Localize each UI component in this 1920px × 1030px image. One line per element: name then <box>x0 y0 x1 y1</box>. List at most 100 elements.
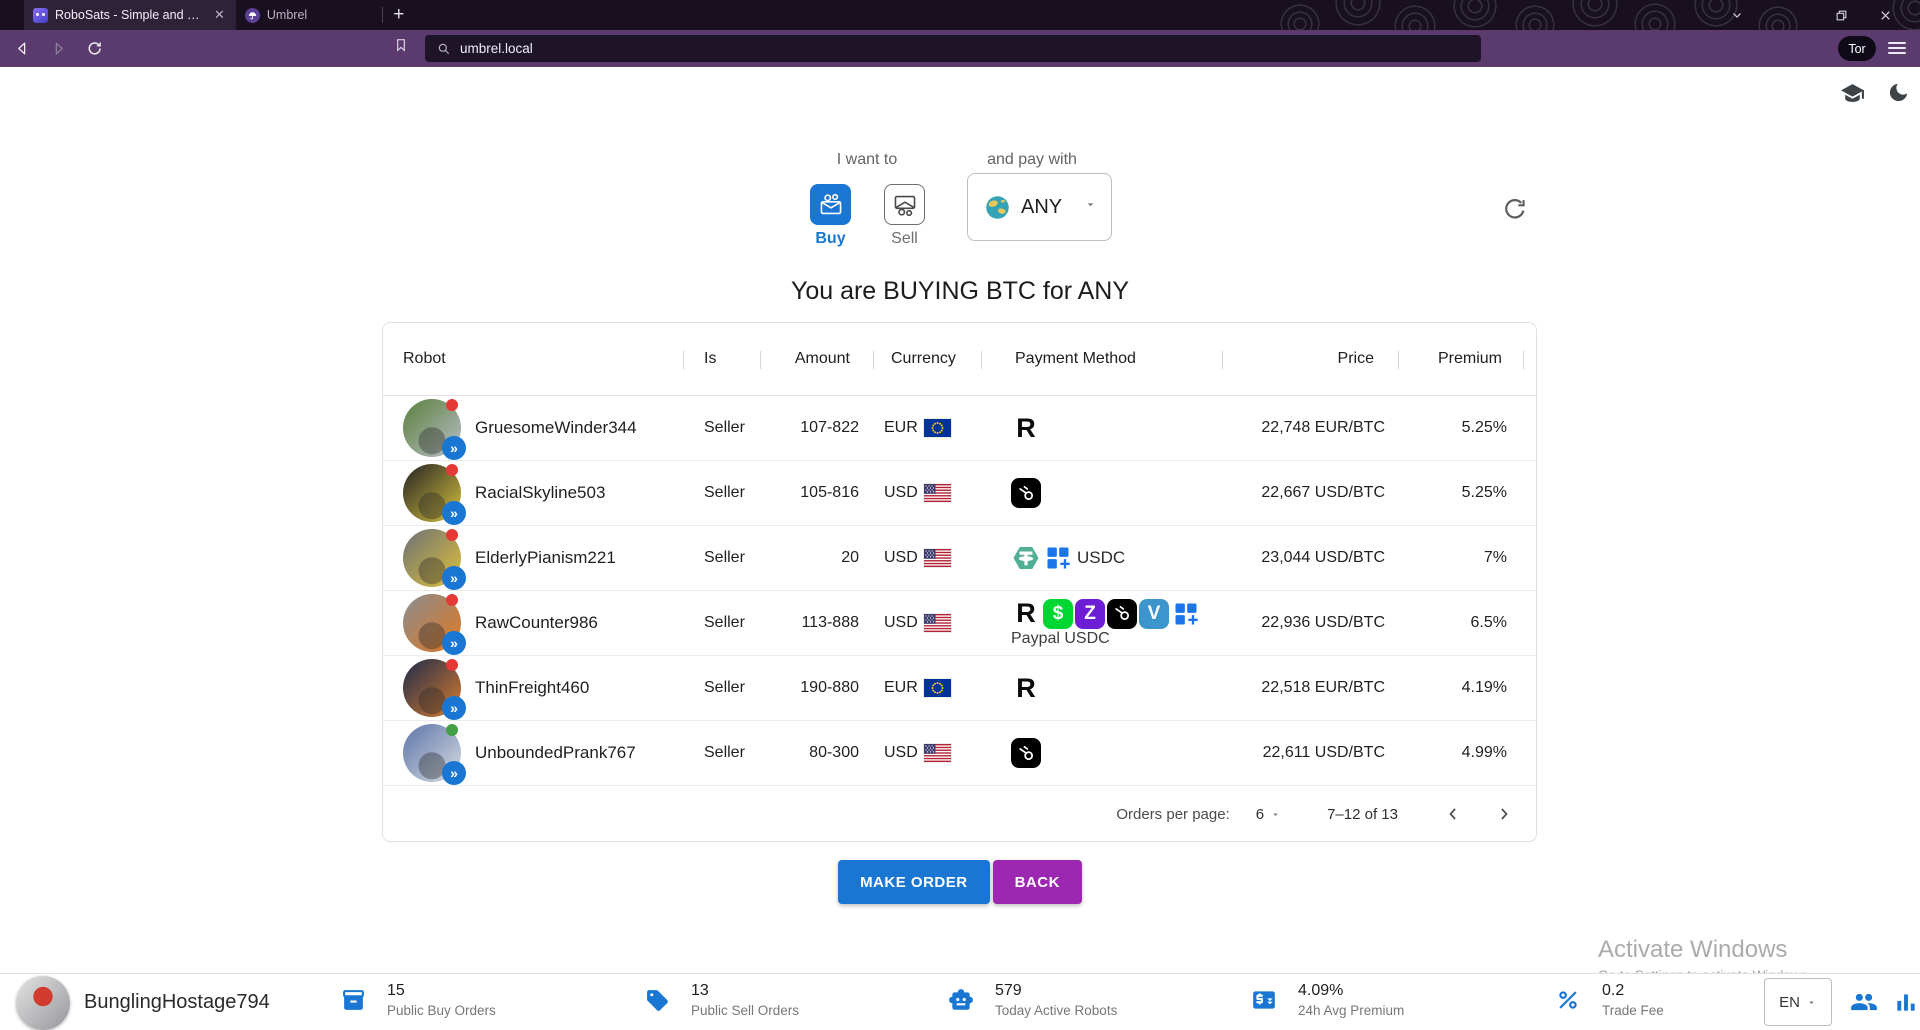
eu-flag-icon <box>924 679 951 697</box>
forward-button[interactable] <box>44 35 72 63</box>
robot-avatar[interactable]: » <box>403 594 461 652</box>
new-tab-button[interactable]: + <box>383 5 414 30</box>
reload-button[interactable] <box>80 35 108 63</box>
currency-select[interactable]: ANY <box>967 173 1112 241</box>
tab-robosats[interactable]: RoboSats - Simple and Private Bit ✕ <box>24 0 236 30</box>
sell-label: Sell <box>884 230 925 248</box>
robot-avatar[interactable]: » <box>403 529 461 587</box>
eu-flag-icon <box>924 419 951 437</box>
robot-avatar[interactable]: » <box>403 399 461 457</box>
status-dot <box>446 464 458 476</box>
learn-robosats-icon[interactable] <box>1840 81 1865 111</box>
stat-text: 13Public Sell Orders <box>691 982 799 1018</box>
forward-badge-icon: » <box>442 436 466 460</box>
tab-umbrel[interactable]: Umbrel <box>236 0 316 30</box>
us-flag-icon <box>924 484 951 502</box>
language-select[interactable]: EN <box>1764 978 1832 1026</box>
currency-code: USD <box>884 614 918 632</box>
chevron-down-icon[interactable] <box>1720 0 1754 30</box>
status-dot <box>446 399 458 411</box>
umbrel-favicon <box>245 8 260 23</box>
search-icon <box>437 42 451 56</box>
browser-navbar: umbrel.local Tor <box>0 30 1920 67</box>
price-cell: 22,748 EUR/BTC <box>1222 419 1398 437</box>
robot-avatar[interactable]: » <box>403 724 461 782</box>
order-row[interactable]: »RawCounter986Seller113-888USDR$ZVPaypal… <box>383 591 1536 656</box>
next-page-button[interactable] <box>1489 799 1519 829</box>
tor-circuit-button[interactable]: Tor <box>1838 36 1876 61</box>
select-caret-icon <box>1270 809 1281 820</box>
price-cell: 23,044 USD/BTC <box>1222 549 1398 567</box>
order-book-table: Robot Is Amount Currency Payment Method … <box>382 322 1537 842</box>
user-robot-avatar[interactable] <box>16 976 70 1030</box>
currency-cell: EUR <box>873 679 981 697</box>
status-stat: 0.2Trade Fee <box>1554 982 1664 1018</box>
restore-window-icon[interactable] <box>1824 0 1858 30</box>
community-people-icon[interactable] <box>1850 988 1878 1016</box>
currency-selected-value: ANY <box>1021 196 1062 219</box>
exchange-summary-chart-icon[interactable] <box>1892 988 1920 1016</box>
previous-page-button[interactable] <box>1438 799 1468 829</box>
forward-badge-icon: » <box>442 566 466 590</box>
robot-avatar[interactable]: » <box>403 464 461 522</box>
price-change-icon <box>1250 986 1278 1014</box>
forward-badge-icon: » <box>442 761 466 785</box>
column-header-robot[interactable]: Robot <box>383 350 683 368</box>
make-order-button[interactable]: MAKE ORDER <box>838 860 990 904</box>
order-row[interactable]: »ElderlyPianism221Seller20USDUSDC23,044 … <box>383 526 1536 591</box>
column-header-payment-method[interactable]: Payment Method <box>981 350 1222 368</box>
back-button-page[interactable]: BACK <box>993 860 1082 904</box>
column-header-premium[interactable]: Premium <box>1398 350 1523 368</box>
payment-method-text: Paypal USDC <box>1011 630 1222 648</box>
eu-flag-icon <box>924 679 951 697</box>
buy-toggle-button[interactable] <box>810 184 851 225</box>
inventory-icon <box>339 986 367 1014</box>
refresh-button[interactable] <box>1500 194 1530 224</box>
stat-value: 4.09% <box>1298 982 1404 1000</box>
payment-method-cell: R <box>981 413 1222 443</box>
status-bar: BunglingHostage794 15Public Buy Orders13… <box>0 973 1920 1030</box>
robot-avatar[interactable]: » <box>403 659 461 717</box>
dark-mode-moon-icon[interactable] <box>1887 81 1910 111</box>
close-window-icon[interactable] <box>1868 0 1902 30</box>
bookmark-icon[interactable] <box>393 37 409 58</box>
amount-cell: 20 <box>760 549 873 567</box>
price-cell: 22,611 USD/BTC <box>1222 744 1398 762</box>
close-tab-icon[interactable]: ✕ <box>212 7 227 23</box>
url-bar[interactable]: umbrel.local <box>425 35 1481 62</box>
hamburger-menu-icon[interactable] <box>1888 39 1906 57</box>
price-cell: 22,518 EUR/BTC <box>1222 679 1398 697</box>
url-text: umbrel.local <box>460 41 533 56</box>
is-cell: Seller <box>683 549 760 567</box>
robosats-page: I want to Buy Sell and pay with ANY <box>0 67 1920 973</box>
orders-per-page-select[interactable]: 6 <box>1256 806 1281 823</box>
premium-cell: 6.5% <box>1398 614 1523 632</box>
status-stat: 579Today Active Robots <box>947 982 1117 1018</box>
order-row[interactable]: »GruesomeWinder344Seller107-822EURR22,74… <box>383 396 1536 461</box>
status-dot <box>446 659 458 671</box>
stat-value: 0.2 <box>1602 982 1664 1000</box>
order-row[interactable]: »UnboundedPrank767Seller80-300USD22,611 … <box>383 721 1536 786</box>
order-row[interactable]: »ThinFreight460Seller190-880EURR22,518 E… <box>383 656 1536 721</box>
us-flag-icon <box>924 549 951 567</box>
robosats-favicon <box>33 8 48 23</box>
pagination-range: 7–12 of 13 <box>1327 806 1398 823</box>
column-header-currency[interactable]: Currency <box>873 350 981 368</box>
sell-toggle-button[interactable] <box>884 184 925 225</box>
forward-badge-icon: » <box>442 631 466 655</box>
column-header-price[interactable]: Price <box>1222 350 1398 368</box>
buy-envelope-icon <box>818 192 844 218</box>
status-stat: 4.09%24h Avg Premium <box>1250 982 1404 1018</box>
robot-cell: »RacialSkyline503 <box>383 464 683 522</box>
robot-name: GruesomeWinder344 <box>475 418 637 438</box>
stat-label: Today Active Robots <box>995 1003 1117 1018</box>
order-row[interactable]: »RacialSkyline503Seller105-816USD22,667 … <box>383 461 1536 526</box>
column-header-is[interactable]: Is <box>683 350 760 368</box>
strike-payment-icon <box>1107 599 1137 629</box>
column-header-amount[interactable]: Amount <box>760 350 873 368</box>
revolut-payment-icon: R <box>1011 599 1041 629</box>
and-pay-with-label: and pay with <box>972 151 1092 169</box>
premium-cell: 5.25% <box>1398 419 1523 437</box>
forward-badge-icon: » <box>442 501 466 525</box>
back-button[interactable] <box>8 35 36 63</box>
